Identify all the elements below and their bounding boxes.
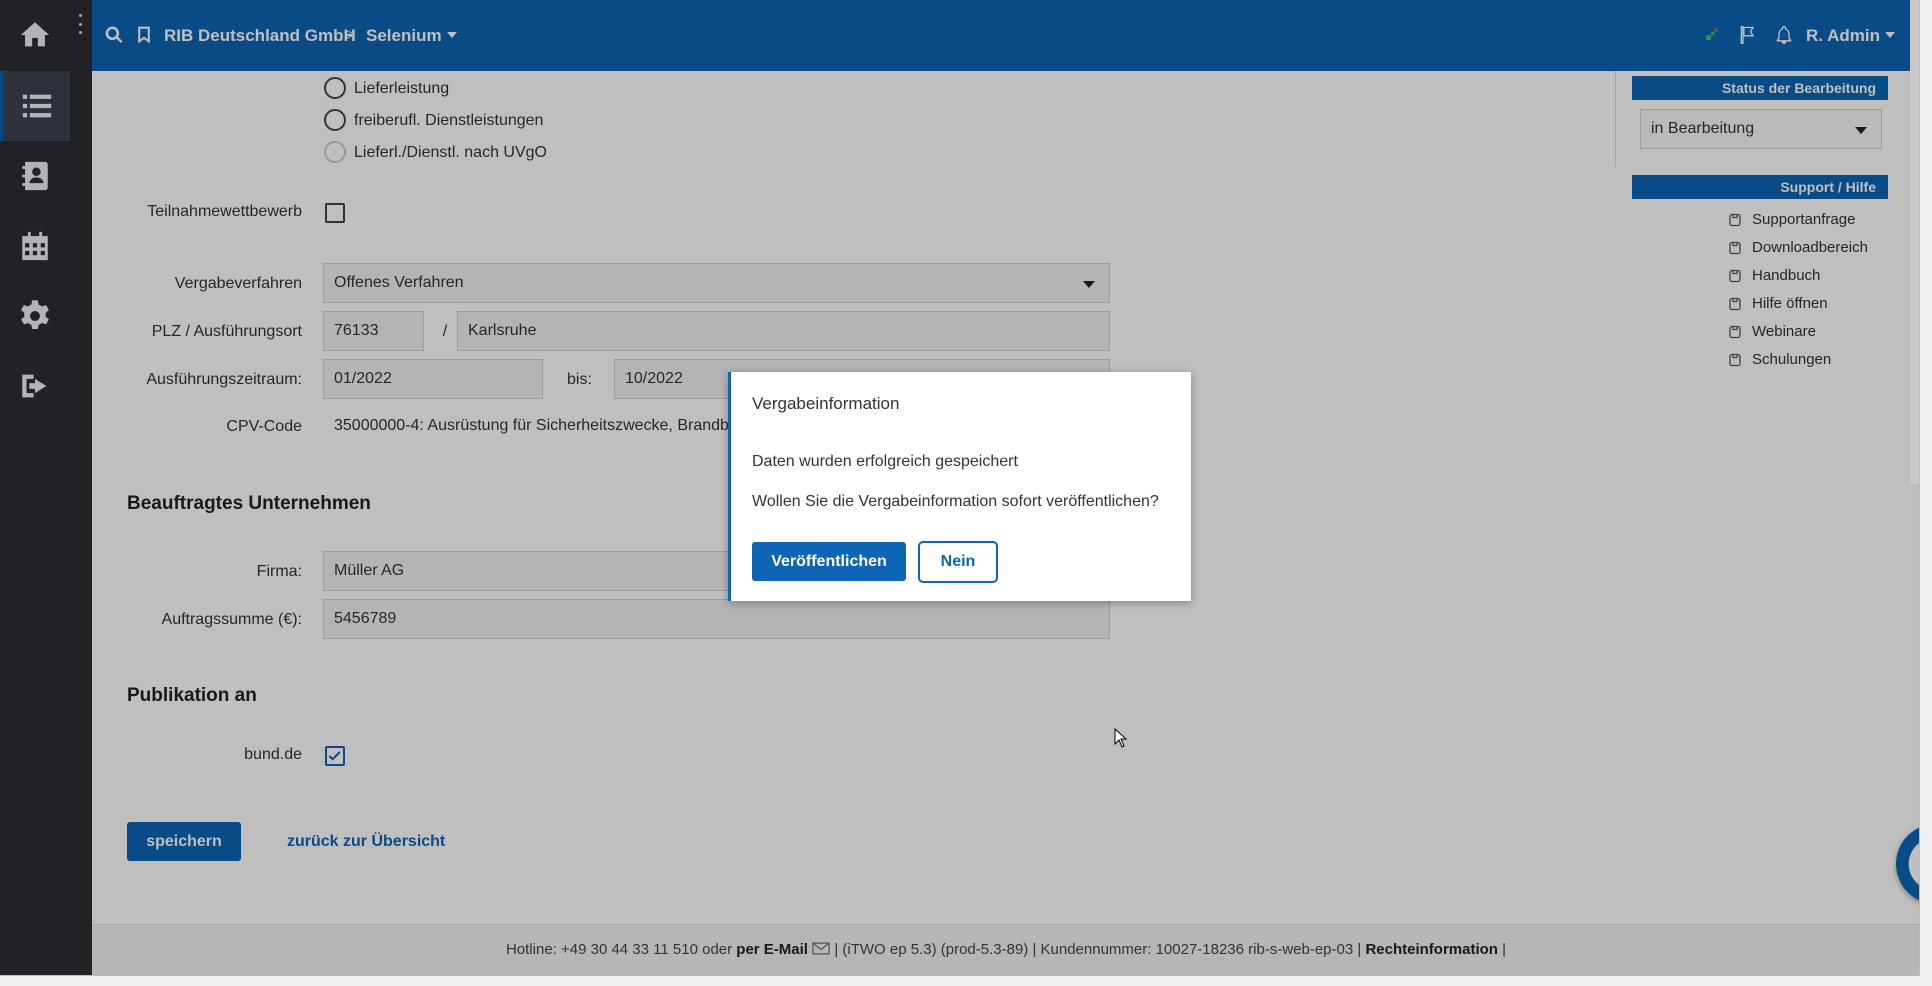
vergabe-modal: Vergabeinformation Daten wurden erfolgre… bbox=[728, 372, 1191, 601]
modal-title: Vergabeinformation bbox=[752, 394, 900, 413]
modal-message-question: Wollen Sie die Vergabeinformation sofort… bbox=[752, 493, 1159, 510]
app-window: RIB Deutschland GmbH > Selenium R. Admin… bbox=[0, 0, 1920, 976]
publish-button[interactable]: Veröffentlichen bbox=[752, 542, 906, 581]
no-button[interactable]: Nein bbox=[918, 541, 998, 583]
modal-message-saved: Daten wurden erfolgreich gespeichert bbox=[752, 453, 1018, 470]
scrollbar[interactable] bbox=[1910, 0, 1919, 484]
mouse-cursor-icon bbox=[1114, 728, 1128, 748]
